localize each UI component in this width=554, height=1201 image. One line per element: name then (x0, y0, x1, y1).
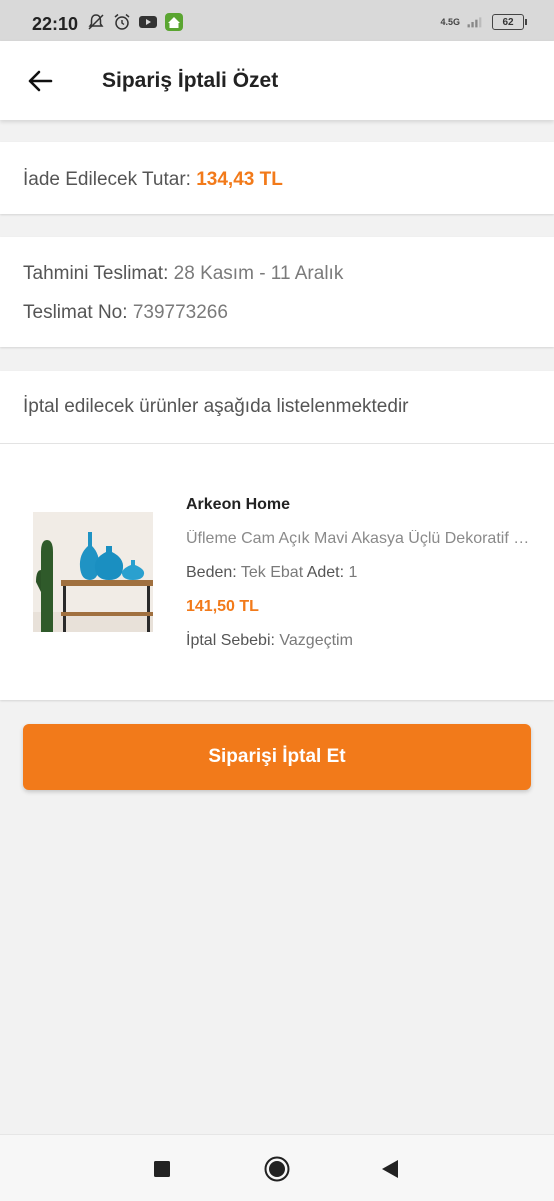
qty-label: Adet: (306, 564, 345, 581)
notification-off-icon (86, 12, 106, 32)
items-heading: İptal edilecek ürünler aşağıda listelenm… (23, 396, 409, 417)
status-right-icons: 4.5G 62 (440, 12, 527, 32)
battery-icon: 62 (492, 14, 527, 30)
product-size-qty: Beden: Tek Ebat Adet: 1 (186, 564, 357, 582)
delivery-number-value: 739773266 (132, 302, 228, 323)
estimated-delivery-row: Tahmini Teslimat: 28 Kasım - 11 Aralık (23, 263, 343, 285)
back-button[interactable] (22, 63, 58, 99)
refund-label: İade Edilecek Tutar: (23, 169, 191, 190)
system-nav-bar (0, 1134, 554, 1201)
battery-level: 62 (502, 16, 514, 28)
refund-row: İade Edilecek Tutar: 134,43 TL (23, 169, 283, 191)
youtube-icon (138, 12, 158, 32)
status-time: 22:10 (32, 14, 79, 34)
product-brand: Arkeon Home (186, 496, 291, 513)
size-value: Tek Ebat (240, 564, 304, 581)
estimated-delivery-label: Tahmini Teslimat: (23, 263, 169, 284)
cancel-reason-label: İptal Sebebi: (186, 632, 275, 649)
recent-apps-icon (154, 1161, 170, 1177)
cancel-reason-value: Vazgeçtim (279, 632, 353, 649)
product-name[interactable]: Üfleme Cam Açık Mavi Akasya Üçlü Dekorat… (186, 530, 536, 548)
product-price: 141,50 TL (186, 598, 259, 615)
back-nav-button[interactable] (376, 1155, 404, 1183)
home-nav-button[interactable] (263, 1155, 291, 1183)
alarm-icon (112, 12, 132, 32)
size-label: Beden: (186, 564, 237, 581)
refund-card: İade Edilecek Tutar: 134,43 TL (0, 142, 554, 214)
divider (0, 443, 554, 444)
status-bar: 22:10 4.5G 62 (0, 0, 554, 41)
back-icon (382, 1160, 398, 1178)
estimated-delivery-value: 28 Kasım - 11 Aralık (173, 263, 344, 284)
page-title: Sipariş İptali Özet (102, 69, 279, 92)
cancel-order-button[interactable]: Siparişi İptal Et (23, 724, 531, 790)
network-label: 4.5G (440, 16, 460, 27)
status-left-icons (86, 12, 184, 32)
qty-value: 1 (348, 564, 358, 581)
delivery-number-label: Teslimat No: (23, 302, 128, 323)
recent-apps-button[interactable] (148, 1155, 176, 1183)
signal-icon (466, 12, 486, 32)
home-app-icon (164, 12, 184, 32)
refund-amount: 134,43 TL (196, 169, 283, 190)
home-icon (264, 1156, 290, 1182)
cancel-reason-row: İptal Sebebi: Vazgeçtim (186, 632, 353, 650)
arrow-left-icon (28, 70, 53, 92)
app-bar: Sipariş İptali Özet (0, 41, 554, 120)
delivery-card: Tahmini Teslimat: 28 Kasım - 11 Aralık T… (0, 237, 554, 347)
product-image[interactable] (33, 512, 153, 632)
delivery-number-row: Teslimat No: 739773266 (23, 302, 228, 324)
